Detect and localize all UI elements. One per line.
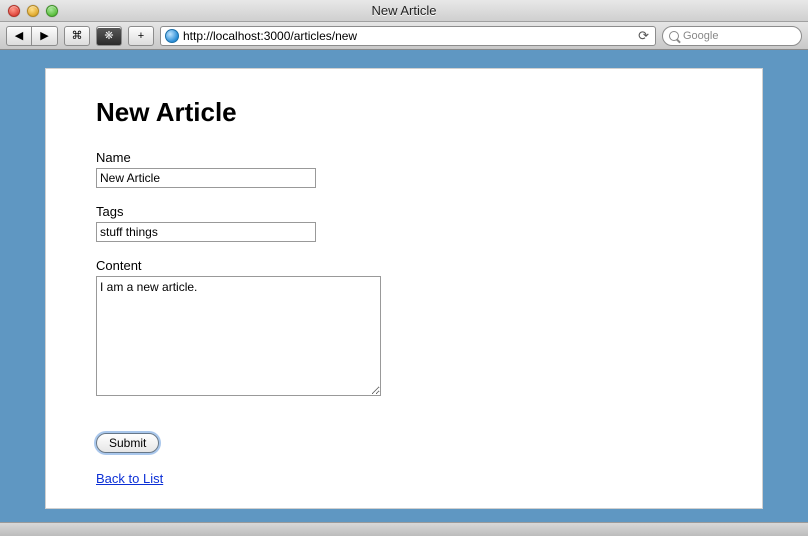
plus-icon: + (138, 30, 144, 42)
name-input[interactable] (96, 168, 316, 188)
evernote-icon: ❋ (104, 29, 113, 42)
site-icon (165, 29, 179, 43)
url-input[interactable] (183, 29, 632, 43)
field-tags: Tags (96, 204, 712, 242)
submit-button[interactable]: Submit (96, 433, 159, 453)
search-placeholder: Google (683, 30, 718, 42)
page-heading: New Article (96, 97, 712, 128)
back-button[interactable]: ◀ (6, 26, 32, 46)
browser-viewport: New Article Name Tags Content Submit Bac… (0, 50, 808, 522)
field-content: Content (96, 258, 712, 401)
reader-button[interactable]: ⌘ (64, 26, 90, 46)
tags-label: Tags (96, 204, 712, 219)
field-name: Name (96, 150, 712, 188)
search-bar[interactable]: Google (662, 26, 802, 46)
window-title: New Article (0, 3, 808, 18)
evernote-button[interactable]: ❋ (96, 26, 122, 46)
back-to-list-link[interactable]: Back to List (96, 471, 163, 486)
forward-icon: ▶ (40, 29, 48, 42)
close-window-button[interactable] (8, 5, 20, 17)
back-icon: ◀ (15, 29, 23, 42)
content-label: Content (96, 258, 712, 273)
window-titlebar: New Article (0, 0, 808, 22)
tags-input[interactable] (96, 222, 316, 242)
zoom-window-button[interactable] (46, 5, 58, 17)
address-bar[interactable]: ⟳ (160, 26, 656, 46)
name-label: Name (96, 150, 712, 165)
content-textarea[interactable] (96, 276, 381, 396)
page-content: New Article Name Tags Content Submit Bac… (45, 68, 763, 509)
reload-button[interactable]: ⟳ (636, 28, 651, 44)
nav-button-group: ◀ ▶ (6, 26, 58, 46)
minimize-window-button[interactable] (27, 5, 39, 17)
search-icon (669, 31, 679, 41)
reader-icon: ⌘ (72, 29, 83, 42)
window-resize-bar[interactable] (0, 522, 808, 536)
add-bookmark-button[interactable]: + (128, 26, 154, 46)
browser-toolbar: ◀ ▶ ⌘ ❋ + ⟳ Google (0, 22, 808, 50)
forward-button[interactable]: ▶ (32, 26, 58, 46)
traffic-lights (8, 5, 58, 17)
